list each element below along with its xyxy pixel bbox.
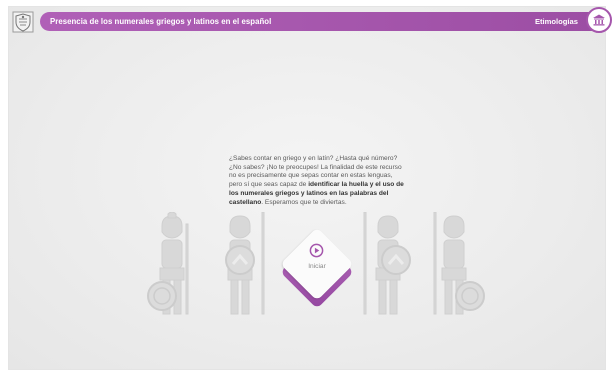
start-button-label: Iniciar [308, 263, 326, 270]
header-bar: Presencia de los numerales griegos y lat… [8, 7, 612, 35]
title-bar: Presencia de los numerales griegos y lat… [40, 12, 600, 31]
warrior-figure-2 [225, 212, 265, 315]
university-crest-icon [10, 9, 36, 35]
warrior-figure-1 [147, 212, 189, 315]
warrior-figure-4 [433, 212, 485, 315]
home-temple-icon [593, 14, 605, 26]
play-circle-icon [309, 243, 324, 258]
home-button[interactable] [586, 7, 612, 33]
start-button[interactable]: Iniciar [280, 227, 354, 309]
page-title: Presencia de los numerales griegos y lat… [50, 17, 272, 26]
intro-text-part2: . Esperamos que te diviertas. [261, 199, 347, 207]
intro-text: ¿Sabes contar en griego y en latín? ¿Has… [229, 155, 407, 208]
warrior-figure-3 [363, 212, 411, 315]
